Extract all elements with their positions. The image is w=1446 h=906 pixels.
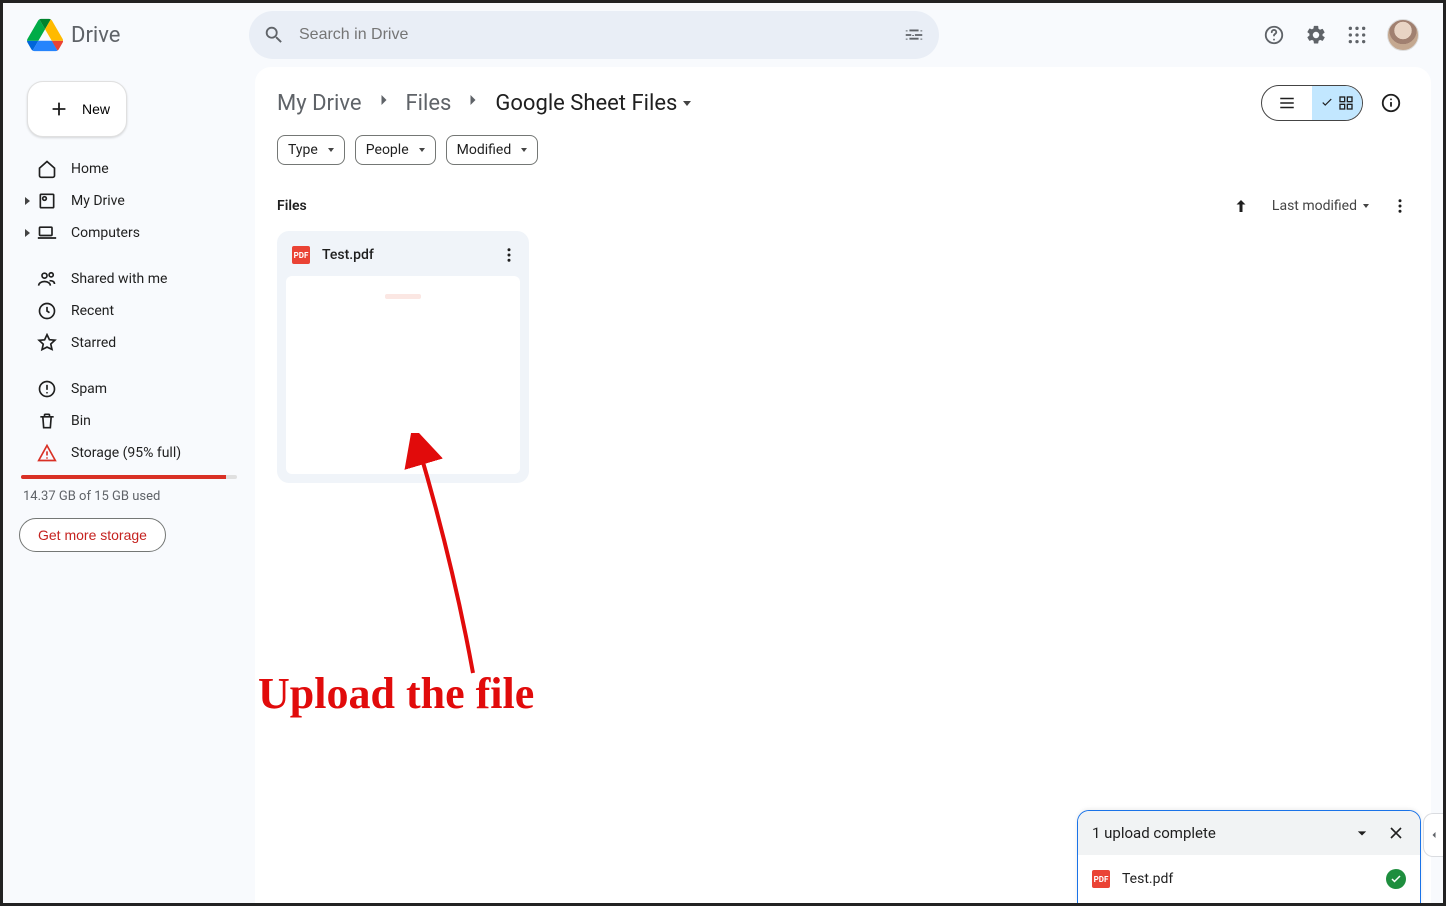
chip-modified[interactable]: Modified — [446, 135, 539, 165]
avatar[interactable] — [1387, 19, 1419, 51]
sidebar-item-label: Recent — [71, 303, 114, 319]
help-icon[interactable] — [1263, 24, 1285, 46]
close-icon[interactable] — [1386, 823, 1406, 843]
file-card[interactable]: PDF Test.pdf — [277, 231, 529, 483]
caret-down-icon — [683, 101, 691, 106]
caret-down-icon — [521, 148, 527, 152]
sidebar-item-label: Home — [71, 161, 109, 177]
sidebar-item-bin[interactable]: Bin — [19, 405, 239, 437]
chevron-right-icon — [374, 90, 394, 116]
list-view-button[interactable] — [1262, 86, 1312, 120]
storage-used-text: 14.37 GB of 15 GB used — [19, 489, 239, 504]
home-icon — [37, 159, 57, 179]
clock-icon — [37, 301, 57, 321]
main: My Drive Files Google Sheet Files — [255, 67, 1431, 903]
gear-icon[interactable] — [1305, 24, 1327, 46]
check-icon — [1386, 869, 1406, 889]
caret-down-icon — [1363, 204, 1369, 208]
sidebar-item-label: Spam — [71, 381, 107, 397]
topbar-right — [1263, 19, 1427, 51]
apps-icon[interactable] — [1347, 25, 1367, 45]
file-name: Test.pdf — [322, 247, 374, 263]
chip-label: Modified — [457, 142, 512, 158]
sort-label: Last modified — [1272, 198, 1357, 214]
view-controls — [1261, 85, 1409, 121]
sidebar-item-spam[interactable]: Spam — [19, 373, 239, 405]
computers-icon — [37, 223, 57, 243]
sidebar-item-mydrive[interactable]: My Drive — [19, 185, 239, 217]
breadcrumbs-row: My Drive Files Google Sheet Files — [255, 67, 1431, 125]
star-icon — [37, 333, 57, 353]
caret-down-icon — [419, 148, 425, 152]
search-options-icon[interactable] — [903, 24, 925, 46]
upload-toast: 1 upload complete PDF Test.pdf — [1077, 810, 1421, 903]
pdf-icon: PDF — [1092, 870, 1110, 888]
bin-icon — [37, 411, 57, 431]
more-options-icon[interactable] — [1391, 197, 1409, 215]
drive-logo-icon — [27, 17, 63, 53]
sidebar-item-recent[interactable]: Recent — [19, 295, 239, 327]
search-input[interactable] — [299, 26, 889, 44]
sidebar-item-label: Storage (95% full) — [71, 445, 181, 461]
chip-label: People — [366, 142, 409, 158]
caret-down-icon — [328, 148, 334, 152]
storage-bar — [21, 475, 237, 479]
sidebar-item-storage[interactable]: Storage (95% full) — [19, 437, 239, 469]
brand-name: Drive — [71, 23, 120, 48]
sidebar: New Home My Drive Computers Shared with … — [3, 67, 255, 903]
toast-title: 1 upload complete — [1092, 824, 1216, 842]
grid-view-button[interactable] — [1312, 86, 1362, 120]
sort-direction-icon[interactable] — [1232, 197, 1250, 215]
sidebar-item-label: Starred — [71, 335, 116, 351]
sidebar-item-starred[interactable]: Starred — [19, 327, 239, 359]
filter-row: Type People Modified — [255, 125, 1431, 169]
sidebar-item-computers[interactable]: Computers — [19, 217, 239, 249]
sort-button[interactable]: Last modified — [1272, 198, 1369, 214]
breadcrumb-seg-0[interactable]: My Drive — [277, 91, 362, 116]
new-button-label: New — [82, 101, 110, 117]
side-panel-toggle[interactable] — [1423, 813, 1443, 857]
breadcrumb-seg-current[interactable]: Google Sheet Files — [495, 91, 691, 116]
plus-icon — [48, 98, 70, 120]
sidebar-item-shared[interactable]: Shared with me — [19, 263, 239, 295]
annotation-text: Upload the file — [258, 668, 534, 719]
sidebar-item-label: My Drive — [71, 193, 125, 209]
spam-icon — [37, 379, 57, 399]
topbar: Drive — [3, 3, 1443, 67]
file-more-icon[interactable] — [500, 246, 518, 264]
search-icon — [263, 24, 285, 46]
shared-icon — [37, 269, 57, 289]
breadcrumb-seg-1[interactable]: Files — [406, 91, 452, 116]
chevron-right-icon — [463, 90, 483, 116]
sidebar-item-label: Shared with me — [71, 271, 167, 287]
view-toggle[interactable] — [1261, 85, 1363, 121]
pdf-icon: PDF — [292, 246, 310, 264]
toast-item[interactable]: PDF Test.pdf — [1078, 855, 1420, 903]
toast-item-name: Test.pdf — [1122, 871, 1173, 887]
toast-header: 1 upload complete — [1078, 811, 1420, 855]
get-storage-button[interactable]: Get more storage — [19, 518, 166, 552]
warning-icon — [37, 443, 57, 463]
section-title: Files — [277, 198, 307, 214]
search-box[interactable] — [249, 11, 939, 59]
sidebar-item-label: Bin — [71, 413, 91, 429]
collapse-icon[interactable] — [1352, 823, 1372, 843]
chip-label: Type — [288, 142, 318, 158]
breadcrumbs: My Drive Files Google Sheet Files — [277, 90, 691, 116]
info-button[interactable] — [1373, 85, 1409, 121]
sidebar-item-label: Computers — [71, 225, 140, 241]
file-grid: PDF Test.pdf — [255, 217, 1431, 497]
chip-people[interactable]: People — [355, 135, 436, 165]
section-header: Files Last modified — [255, 169, 1431, 217]
chip-type[interactable]: Type — [277, 135, 345, 165]
brand[interactable]: Drive — [19, 17, 249, 53]
new-button[interactable]: New — [27, 81, 127, 137]
file-preview — [286, 276, 520, 474]
breadcrumb-current-label: Google Sheet Files — [495, 91, 677, 116]
sidebar-item-home[interactable]: Home — [19, 153, 239, 185]
drive-icon — [37, 191, 57, 211]
